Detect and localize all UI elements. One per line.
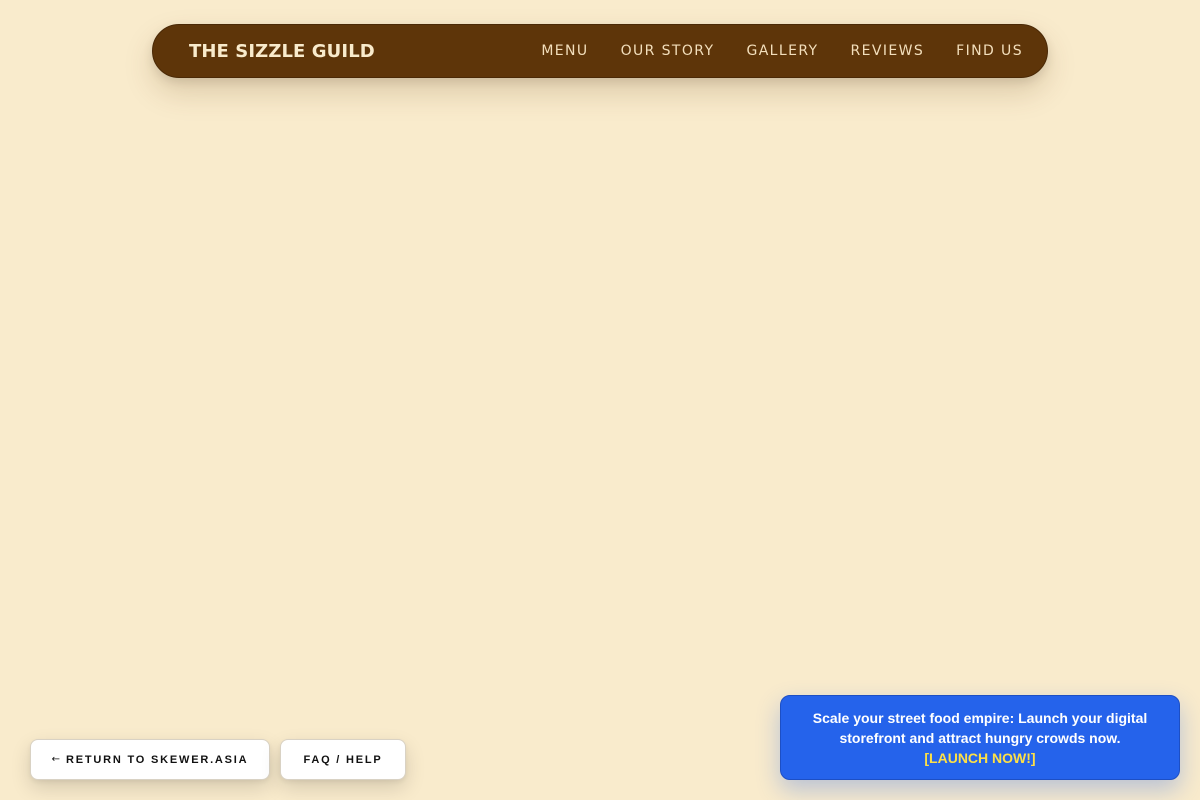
nav-links: MENU OUR STORY GALLERY REVIEWS FIND US [541, 43, 1023, 59]
nav-link-menu[interactable]: MENU [541, 43, 588, 59]
arrow-left-icon: ← [51, 754, 60, 765]
nav-link-reviews[interactable]: REVIEWS [851, 43, 925, 59]
faq-help-button[interactable]: FAQ / HELP [280, 739, 406, 780]
nav-link-our-story[interactable]: OUR STORY [621, 43, 715, 59]
return-button-label: RETURN TO SKEWER.ASIA [65, 753, 249, 766]
brand-logo[interactable]: THE SIZZLE GUILD [189, 41, 375, 62]
promo-banner: Scale your street food empire: Launch yo… [780, 695, 1180, 780]
top-navbar: THE SIZZLE GUILD MENU OUR STORY GALLERY … [152, 24, 1048, 78]
launch-now-link[interactable]: [LAUNCH NOW!] [924, 748, 1035, 768]
nav-link-find-us[interactable]: FIND US [956, 43, 1023, 59]
promo-message: Scale your street food empire: Launch yo… [812, 709, 1148, 746]
return-to-skewer-button[interactable]: ← RETURN TO SKEWER.ASIA [30, 739, 270, 780]
faq-button-label: FAQ / HELP [303, 753, 383, 766]
nav-link-gallery[interactable]: GALLERY [746, 43, 818, 59]
